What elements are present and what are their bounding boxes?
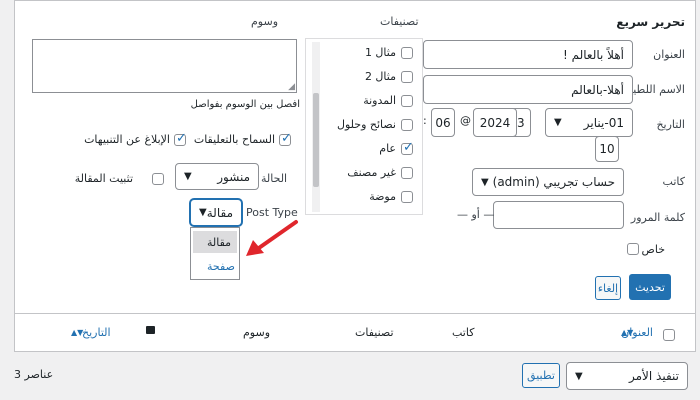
status-label: الحالة [261,172,288,185]
categories-checklist: مثال 1 مثال 2 المدونة نصائح وحلول عام غير مصن… [305,38,423,215]
status-value: منشور [217,169,250,184]
date-at-text: @ [460,114,471,127]
category-checkbox[interactable] [401,95,413,107]
sort-arrows-icon[interactable]: ▲▼ [621,328,633,337]
column-tags: وسوم [243,326,271,339]
author-select[interactable]: حساب تجريبي (admin) ▼ [472,168,624,196]
post-type-option-page[interactable]: صفحة [193,255,237,277]
category-checkbox[interactable] [401,71,413,83]
date-hour-input[interactable]: 06 [431,108,455,137]
categories-heading: تصنيفات [380,15,419,28]
chevron-down-icon: ▼ [554,117,562,128]
password-input[interactable] [493,201,624,229]
tags-heading: وسوم [251,15,279,28]
scrollbar-thumb[interactable] [313,93,319,187]
title-input[interactable]: أهلاً بالعالم ! [423,40,633,69]
author-label: كاتب [662,175,685,188]
bulk-action-value: تنفيذ الأمر [629,369,679,383]
column-date[interactable]: التاريخ [82,326,111,339]
quick-edit-heading: تحرير سريع [616,15,685,29]
chevron-down-icon: ▼ [575,370,583,382]
category-checkbox[interactable] [401,140,414,155]
date-colon-text: : [423,114,427,127]
quick-edit-panel: تحرير سريع العنوان أهلاً بالعالم ! الاسم… [14,0,696,352]
password-label: كلمة المرور [630,211,685,224]
date-year-input[interactable]: 2024 [473,108,517,137]
category-label: مثال 1 [364,46,396,59]
category-label: موضة [369,190,396,203]
sticky-checkbox[interactable] [152,173,164,185]
column-categories: تصنيفات [355,326,394,339]
cancel-button[interactable]: إلغاء [595,276,621,300]
categories-scrollbar[interactable] [312,42,320,212]
sticky-label: تثبيت المقالة [74,172,133,185]
chevron-down-icon: ▼ [199,207,207,218]
category-label: المدونة [363,94,396,107]
date-label: التاريخ [656,118,685,131]
post-type-select[interactable]: مقالة ▼ [190,199,242,226]
resize-handle-icon[interactable]: ◢ [288,82,295,92]
allow-pings-label: الإبلاغ عن التنبيهات [84,133,170,146]
quick-edit-form: تحرير سريع العنوان أهلاً بالعالم ! الاسم… [15,1,695,313]
column-author: كاتب [452,326,475,339]
category-checkbox[interactable] [401,47,413,59]
author-value: حساب تجريبي (admin) [492,175,615,189]
allow-comments-label: السماح بالتعليقات [193,133,275,146]
tags-hint: افصل بين الوسوم بفواصل [190,99,300,110]
comment-bubble-icon [146,326,155,334]
post-type-option-post[interactable]: مقالة [193,231,237,253]
sort-arrows-icon[interactable]: ▲▼ [71,328,83,337]
category-checkbox[interactable] [401,167,413,179]
category-label: غير مصنف [347,166,396,179]
title-label: العنوان [653,48,685,61]
private-checkbox[interactable] [627,243,639,255]
date-month-select[interactable]: 01-يناير ▼ [545,108,633,137]
post-type-value: مقالة [206,205,233,220]
category-label: عام [379,142,396,155]
bottom-tablenav: تنفيذ الأمر ▼ تطبيق 3 عناصر [0,352,700,400]
bulk-action-select[interactable]: تنفيذ الأمر ▼ [566,362,688,390]
category-checkbox[interactable] [401,191,413,203]
allow-pings-checkbox[interactable] [174,131,187,146]
category-label: مثال 2 [364,70,396,83]
apply-button[interactable]: تطبيق [522,363,560,388]
status-select[interactable]: منشور ▼ [175,163,259,190]
or-text: — أو — [457,208,495,221]
posts-table-header: العنوان ▲▼ كاتب تصنيفات وسوم التاريخ ▲▼ [15,313,695,351]
items-count: 3 عناصر [14,368,54,381]
allow-comments-checkbox[interactable] [279,131,292,146]
category-label: نصائح وحلول [336,118,396,131]
chevron-down-icon: ▼ [184,171,192,182]
tags-textarea[interactable]: ◢ [32,39,297,93]
date-minute-input[interactable]: 10 [595,136,619,162]
post-type-dropdown-list: مقالة صفحة [190,227,240,280]
update-button[interactable]: تحديث [629,274,671,300]
annotation-arrow-icon [246,220,298,256]
private-label: خاص [641,243,665,256]
date-month-value: 01-يناير [583,115,624,130]
slug-input[interactable]: أهلا-بالعالم [423,75,633,104]
chevron-down-icon: ▼ [481,176,489,188]
category-checkbox[interactable] [401,119,413,131]
select-all-checkbox[interactable] [663,329,675,341]
